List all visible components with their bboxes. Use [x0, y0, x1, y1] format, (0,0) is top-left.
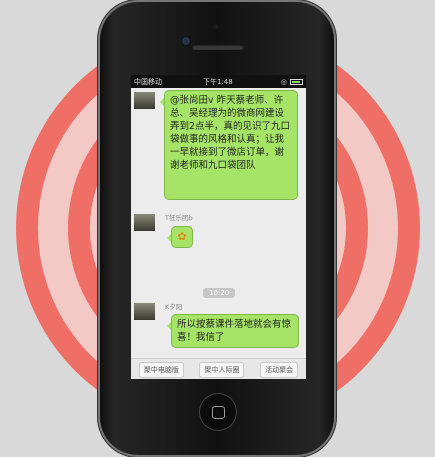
battery-icon — [290, 78, 303, 85]
message-bubble[interactable]: 所以按蔡课件落地就会有惊喜！我信了 — [167, 314, 299, 348]
bottom-menu: 聚中电脑版 聚中人际圈 活动聚会 — [131, 358, 306, 379]
status-time: 下午1:48 — [203, 78, 233, 86]
message-bubble[interactable]: ✿ — [167, 226, 193, 248]
chat-area[interactable]: @张尚田v 昨天蔡老师、许总、吴经理为的微商网建设弄到2点半，真的见识了九口袋做… — [131, 88, 306, 358]
home-square-icon — [212, 406, 225, 419]
timestamp-label: 10:20 — [203, 288, 236, 298]
avatar[interactable] — [134, 214, 155, 231]
sender-name: K夕阳 — [165, 303, 183, 311]
message-text: @张尚田v 昨天蔡老师、许总、吴经理为的微商网建设弄到2点半，真的见识了九口袋做… — [170, 95, 291, 171]
proximity-sensor — [213, 24, 218, 29]
sender-name: T狂乐团b — [165, 214, 193, 222]
avatar[interactable] — [134, 92, 155, 109]
phone-frame: 中国移动 下午1:48 ◎ @张尚田v 昨天蔡老师、许总、吴经理为的微商网建设弄… — [100, 2, 334, 455]
menu-button-events[interactable]: 活动聚会 — [260, 361, 299, 378]
menu-button-desktop[interactable]: 聚中电脑版 — [138, 361, 184, 378]
lock-rotation-icon: ◎ — [280, 77, 287, 86]
flower-emoji-icon: ✿ — [177, 230, 187, 243]
menu-button-circle[interactable]: 聚中人际圈 — [199, 361, 245, 378]
front-camera — [182, 37, 190, 45]
message-bubble[interactable]: @张尚田v 昨天蔡老师、许总、吴经理为的微商网建设弄到2点半，真的见识了九口袋做… — [160, 90, 298, 200]
home-button[interactable] — [200, 394, 236, 430]
earpiece-speaker — [192, 44, 244, 50]
message-text: 所以按蔡课件落地就会有惊喜！我信了 — [177, 319, 292, 343]
phone-screen: 中国移动 下午1:48 ◎ @张尚田v 昨天蔡老师、许总、吴经理为的微商网建设弄… — [131, 75, 306, 379]
status-bar: 中国移动 下午1:48 ◎ — [131, 75, 306, 88]
avatar[interactable] — [134, 303, 155, 320]
